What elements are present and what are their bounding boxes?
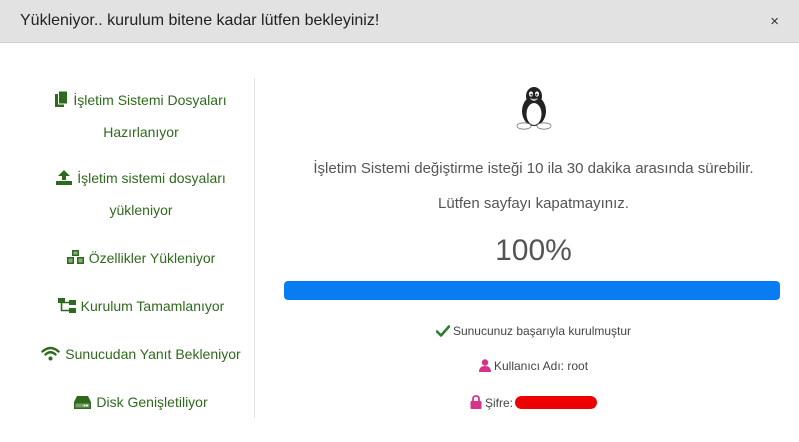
step-label: Kurulum Tamamlanıyor bbox=[80, 298, 225, 314]
install-steps-sidebar: İşletim Sistemi Dosyaları Hazırlanıyor İ… bbox=[28, 78, 255, 418]
modal-header: Yükleniyor.. kurulum bitene kadar lütfen… bbox=[0, 0, 799, 43]
modal-title: Yükleniyor.. kurulum bitene kadar lütfen… bbox=[20, 12, 380, 29]
step-label: Disk Genişletiliyor bbox=[96, 394, 208, 410]
cubes-icon bbox=[66, 250, 84, 265]
upload-icon bbox=[56, 170, 73, 185]
success-message: Sunucunuz başarıyla kurulmuştur bbox=[452, 324, 632, 338]
step-label: Sunucudan Yanıt Bekleniyor bbox=[65, 346, 241, 362]
step-awaiting-server-response: Sunucudan Yanıt Bekleniyor bbox=[28, 338, 254, 370]
progress-percent: 100% bbox=[495, 234, 572, 267]
copy-icon bbox=[55, 91, 69, 107]
sitemap-icon bbox=[57, 298, 76, 313]
linux-tux-icon bbox=[514, 84, 554, 135]
step-label: İşletim Sistemi Dosyaları bbox=[73, 92, 227, 108]
step-label-continued: yükleniyor bbox=[109, 202, 173, 218]
step-installing-features: Özellikler Yükleniyor bbox=[28, 242, 254, 274]
step-label-continued: Hazırlanıyor bbox=[103, 124, 179, 140]
step-preparing-files: İşletim Sistemi Dosyaları Hazırlanıyor bbox=[28, 84, 254, 148]
lock-icon bbox=[470, 395, 482, 412]
progress-bar-fill bbox=[284, 281, 780, 300]
username-line: Kullanıcı Adı: root bbox=[268, 359, 799, 375]
check-icon bbox=[435, 325, 451, 340]
close-button[interactable]: × bbox=[770, 14, 779, 29]
step-label: Özellikler Yükleniyor bbox=[88, 250, 216, 266]
install-status-panel: İşletim Sistemi değiştirme isteği 10 ila… bbox=[268, 44, 799, 442]
step-expanding-disk: Disk Genişletiliyor bbox=[28, 386, 254, 418]
step-uploading-files: İşletim sistemi dosyaları yükleniyor bbox=[28, 162, 254, 226]
wifi-icon bbox=[41, 346, 60, 361]
hdd-icon bbox=[74, 396, 92, 409]
progress-bar bbox=[284, 281, 780, 300]
keep-page-open-message: Lütfen sayfayı kapatmayınız. bbox=[438, 195, 629, 212]
installation-modal: Yükleniyor.. kurulum bitene kadar lütfen… bbox=[0, 0, 799, 442]
step-completing-installation: Kurulum Tamamlanıyor bbox=[28, 290, 254, 322]
password-label: Şifre: bbox=[484, 396, 513, 410]
username-text: Kullanıcı Adı: root bbox=[493, 359, 589, 373]
password-redaction bbox=[515, 396, 597, 409]
user-icon bbox=[478, 359, 491, 375]
step-label: İşletim sistemi dosyaları bbox=[77, 170, 226, 186]
duration-message: İşletim Sistemi değiştirme isteği 10 ila… bbox=[313, 160, 754, 177]
password-line: Şifre: bbox=[268, 395, 799, 412]
success-line: Sunucunuz başarıyla kurulmuştur bbox=[268, 324, 799, 340]
